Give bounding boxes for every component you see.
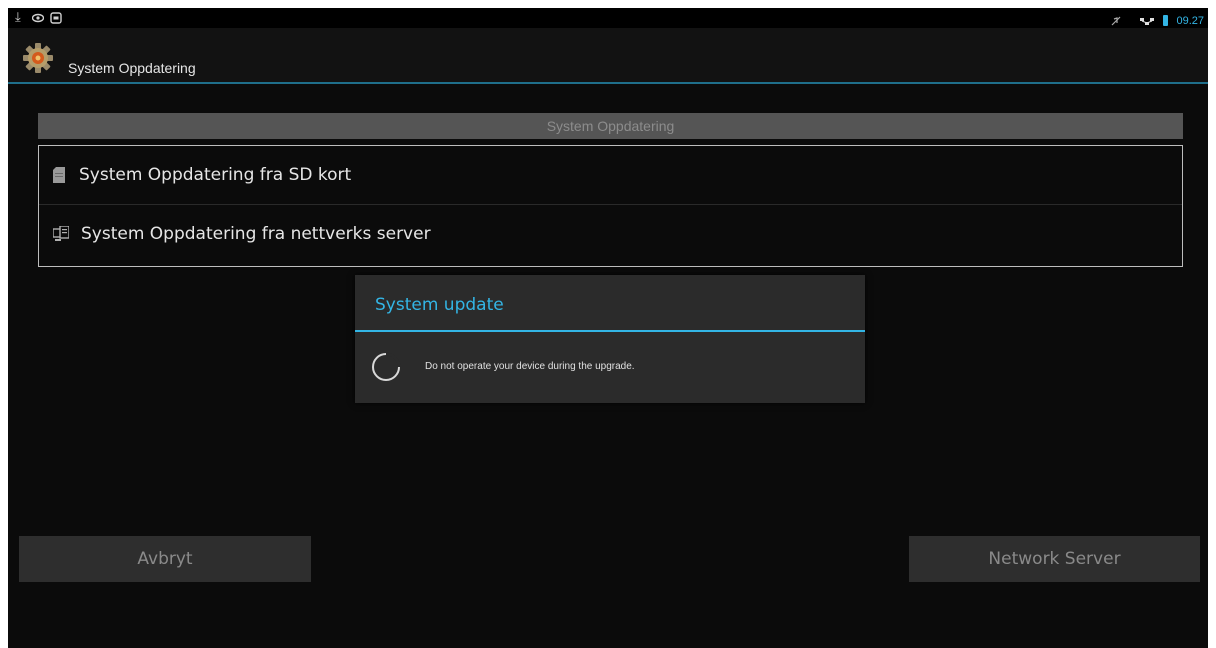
- system-update-dialog: System update Do not operate your device…: [355, 275, 865, 403]
- gear-icon[interactable]: [22, 42, 56, 76]
- section-header: System Oppdatering: [38, 113, 1183, 139]
- dialog-divider: [355, 330, 865, 332]
- android-screen: ⤓ 09.27 System Oppdatering System Oppdat…: [8, 8, 1208, 648]
- list-item-label: System Oppdatering fra SD kort: [79, 165, 352, 185]
- network-server-button[interactable]: Network Server: [909, 536, 1200, 582]
- battery-icon: [1163, 15, 1169, 26]
- list-item-sd-card[interactable]: System Oppdatering fra SD kort: [39, 146, 1182, 204]
- eye-icon: [31, 10, 45, 29]
- list-item-label: System Oppdatering fra nettverks server: [81, 224, 431, 244]
- screen-icon: [50, 10, 62, 29]
- dialog-message: Do not operate your device during the up…: [425, 361, 635, 372]
- progress-spinner-icon: [371, 352, 401, 382]
- update-options-list: System Oppdatering fra SD kort System Op…: [38, 145, 1183, 267]
- cancel-button[interactable]: Avbryt: [19, 536, 311, 582]
- download-icon: ⤓: [15, 10, 21, 25]
- network-server-icon: [52, 225, 70, 242]
- dialog-title: System update: [375, 295, 504, 315]
- list-item-network-server[interactable]: System Oppdatering fra nettverks server: [39, 205, 1182, 263]
- app-title: System Oppdatering: [68, 60, 196, 76]
- status-bar: ⤓ 09.27: [8, 8, 1208, 28]
- clock: 09.27: [1176, 14, 1204, 27]
- sd-card-icon: [53, 167, 67, 183]
- action-bar: System Oppdatering: [8, 28, 1208, 84]
